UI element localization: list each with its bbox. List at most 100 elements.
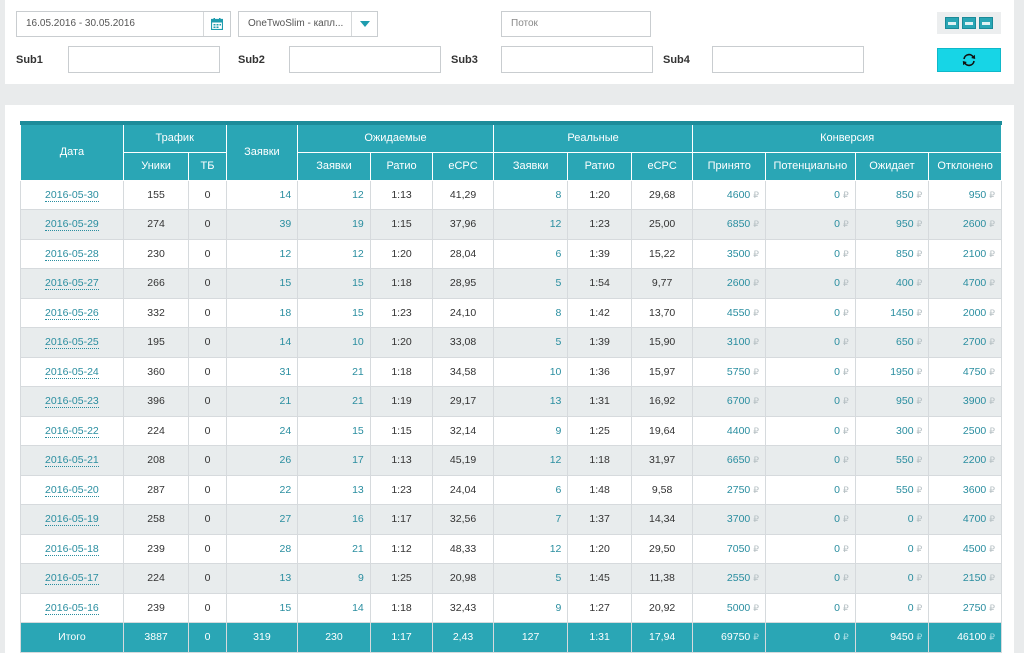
cell-exp-leads[interactable]: 9: [297, 563, 371, 594]
potential-amount-link[interactable]: 0: [834, 425, 840, 437]
cell-exp-leads[interactable]: 19: [297, 209, 371, 240]
waiting-amount-link[interactable]: 650: [896, 336, 914, 348]
potential-amount-link[interactable]: 0: [834, 543, 840, 555]
cell-exp-leads[interactable]: 15: [297, 268, 371, 299]
accepted-amount-link[interactable]: 4600: [727, 189, 750, 201]
potential-amount-link[interactable]: 0: [834, 189, 840, 201]
cell-real-leads[interactable]: 7: [492, 504, 569, 535]
potential-amount-link[interactable]: 0: [834, 218, 840, 230]
cell-leads[interactable]: 27: [225, 504, 299, 535]
cell-exp-leads[interactable]: 13: [297, 474, 371, 505]
refresh-button[interactable]: [937, 48, 1001, 72]
waiting-amount-link[interactable]: 950: [896, 395, 914, 407]
accepted-amount-link[interactable]: 2750: [727, 484, 750, 496]
potential-amount-link[interactable]: 0: [834, 277, 840, 289]
accepted-amount-link[interactable]: 6650: [727, 454, 750, 466]
cell-exp-leads[interactable]: 15: [297, 297, 371, 328]
waiting-amount-link[interactable]: 550: [896, 454, 914, 466]
cell-real-leads[interactable]: 12: [492, 445, 569, 476]
header-tb[interactable]: ТБ: [188, 151, 227, 181]
date-link[interactable]: 2016-05-28: [45, 247, 99, 261]
cell-leads[interactable]: 21: [225, 386, 299, 417]
date-link[interactable]: 2016-05-23: [45, 395, 99, 409]
cell-leads[interactable]: 13: [225, 563, 299, 594]
header-exp-ratio[interactable]: Ратио: [369, 151, 434, 181]
calendar-button[interactable]: [203, 12, 229, 36]
accepted-amount-link[interactable]: 4400: [727, 425, 750, 437]
accepted-amount-link[interactable]: 3100: [727, 336, 750, 348]
chevron-down-icon[interactable]: [351, 12, 377, 36]
sub4-input[interactable]: [712, 46, 864, 73]
rejected-amount-link[interactable]: 2600: [963, 218, 986, 230]
rejected-amount-link[interactable]: 2200: [963, 454, 986, 466]
potential-amount-link[interactable]: 0: [834, 484, 840, 496]
cell-exp-leads[interactable]: 21: [297, 533, 371, 564]
cell-real-leads[interactable]: 6: [492, 238, 569, 269]
rejected-amount-link[interactable]: 2100: [963, 248, 986, 260]
header-date[interactable]: Дата: [20, 121, 124, 181]
cell-real-leads[interactable]: 5: [492, 563, 569, 594]
accepted-amount-link[interactable]: 4550: [727, 307, 750, 319]
cell-leads[interactable]: 26: [225, 445, 299, 476]
header-leads[interactable]: Заявки: [225, 121, 299, 181]
cell-leads[interactable]: 15: [225, 268, 299, 299]
cell-leads[interactable]: 14: [225, 327, 299, 358]
accepted-amount-link[interactable]: 5750: [727, 366, 750, 378]
header-real-ecpc[interactable]: eCPC: [630, 151, 694, 181]
cell-real-leads[interactable]: 12: [492, 209, 569, 240]
waiting-amount-link[interactable]: 0: [908, 513, 914, 525]
date-link[interactable]: 2016-05-24: [45, 365, 99, 379]
cell-real-leads[interactable]: 10: [492, 356, 569, 387]
rejected-amount-link[interactable]: 3600: [963, 484, 986, 496]
cell-leads[interactable]: 39: [225, 209, 299, 240]
accepted-amount-link[interactable]: 3500: [727, 248, 750, 260]
rejected-amount-link[interactable]: 4700: [963, 277, 986, 289]
cell-leads[interactable]: 24: [225, 415, 299, 446]
accepted-amount-link[interactable]: 6700: [727, 395, 750, 407]
potential-amount-link[interactable]: 0: [834, 602, 840, 614]
cell-leads[interactable]: 14: [225, 179, 299, 210]
sub2-input[interactable]: [289, 46, 441, 73]
cell-real-leads[interactable]: 8: [492, 297, 569, 328]
rejected-amount-link[interactable]: 4500: [963, 543, 986, 555]
potential-amount-link[interactable]: 0: [834, 572, 840, 584]
cell-real-leads[interactable]: 5: [492, 268, 569, 299]
export-icon[interactable]: [945, 17, 959, 29]
rejected-amount-link[interactable]: 950: [969, 189, 987, 201]
waiting-amount-link[interactable]: 850: [896, 248, 914, 260]
waiting-amount-link[interactable]: 0: [908, 572, 914, 584]
export-icon[interactable]: [979, 17, 993, 29]
date-link[interactable]: 2016-05-27: [45, 277, 99, 291]
cell-leads[interactable]: 28: [225, 533, 299, 564]
cell-real-leads[interactable]: 9: [492, 592, 569, 623]
potential-amount-link[interactable]: 0: [834, 366, 840, 378]
date-link[interactable]: 2016-05-20: [45, 483, 99, 497]
waiting-amount-link[interactable]: 0: [908, 543, 914, 555]
cell-leads[interactable]: 18: [225, 297, 299, 328]
waiting-amount-link[interactable]: 0: [908, 602, 914, 614]
cell-leads[interactable]: 22: [225, 474, 299, 505]
cell-real-leads[interactable]: 9: [492, 415, 569, 446]
cell-real-leads[interactable]: 5: [492, 327, 569, 358]
rejected-amount-link[interactable]: 4750: [963, 366, 986, 378]
sub1-input[interactable]: [68, 46, 220, 73]
header-real-ratio[interactable]: Ратио: [567, 151, 632, 181]
cell-exp-leads[interactable]: 12: [297, 179, 371, 210]
cell-leads[interactable]: 12: [225, 238, 299, 269]
waiting-amount-link[interactable]: 1950: [890, 366, 913, 378]
sub3-input[interactable]: [501, 46, 653, 73]
cell-real-leads[interactable]: 6: [492, 474, 569, 505]
potential-amount-link[interactable]: 0: [834, 248, 840, 260]
date-link[interactable]: 2016-05-25: [45, 336, 99, 350]
export-icon[interactable]: [962, 17, 976, 29]
waiting-amount-link[interactable]: 550: [896, 484, 914, 496]
cell-exp-leads[interactable]: 15: [297, 415, 371, 446]
cell-exp-leads[interactable]: 12: [297, 238, 371, 269]
potential-amount-link[interactable]: 0: [834, 395, 840, 407]
waiting-amount-link[interactable]: 400: [896, 277, 914, 289]
cell-exp-leads[interactable]: 21: [297, 356, 371, 387]
cell-exp-leads[interactable]: 17: [297, 445, 371, 476]
rejected-amount-link[interactable]: 2150: [963, 572, 986, 584]
accepted-amount-link[interactable]: 2550: [727, 572, 750, 584]
date-range-input[interactable]: 16.05.2016 - 30.05.2016: [16, 11, 231, 37]
